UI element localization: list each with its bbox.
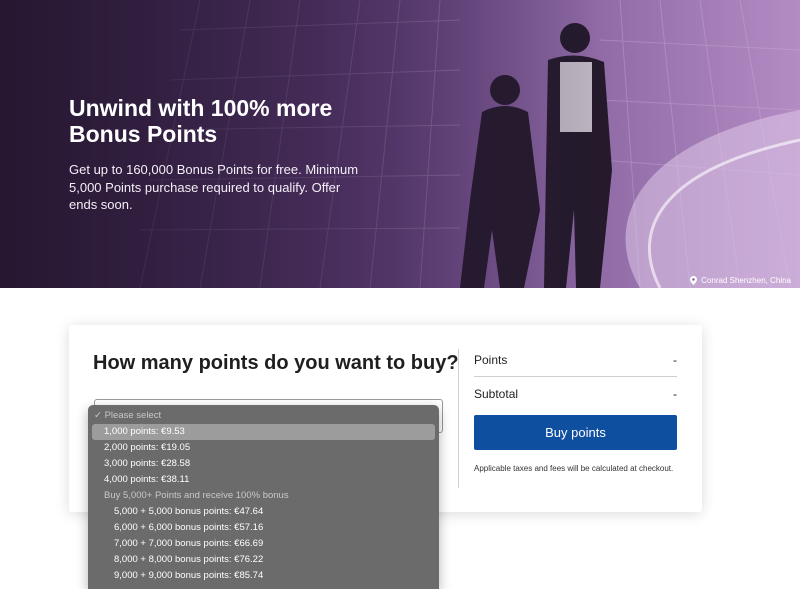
- points-dropdown-menu[interactable]: ✓ Please select 1,000 points: €9.53 2,00…: [88, 405, 439, 589]
- photo-credit: Conrad Shenzhen, China: [690, 276, 791, 285]
- summary-divider: [474, 376, 677, 377]
- points-label: Points: [474, 353, 508, 367]
- photo-credit-text: Conrad Shenzhen, China: [701, 276, 791, 285]
- dropdown-bonus-option[interactable]: 8,000 + 8,000 bonus points: €76.22: [88, 552, 439, 568]
- dropdown-option[interactable]: 4,000 points: €38.11: [88, 472, 439, 488]
- card-divider: [458, 349, 459, 488]
- dropdown-option[interactable]: 1,000 points: €9.53: [92, 424, 435, 440]
- buy-points-button[interactable]: Buy points: [474, 415, 677, 450]
- hero-description: Get up to 160,000 Bonus Points for free.…: [69, 162, 359, 212]
- tax-note: Applicable taxes and fees will be calcul…: [474, 464, 674, 473]
- dropdown-option[interactable]: 2,000 points: €19.05: [88, 440, 439, 456]
- subtotal-value: -: [673, 387, 677, 401]
- dropdown-placeholder-option[interactable]: ✓ Please select: [88, 408, 439, 424]
- dropdown-bonus-option[interactable]: 6,000 + 6,000 bonus points: €57.16: [88, 520, 439, 536]
- hero-banner: Unwind with 100% more Bonus Points Get u…: [0, 0, 800, 288]
- points-summary-row: Points -: [474, 353, 677, 367]
- subtotal-label: Subtotal: [474, 387, 519, 401]
- dropdown-option[interactable]: 3,000 points: €28.58: [88, 456, 439, 472]
- hero-title: Unwind with 100% more Bonus Points: [69, 95, 333, 147]
- subtotal-summary-row: Subtotal -: [474, 387, 677, 401]
- points-question: How many points do you want to buy?: [93, 352, 459, 374]
- dropdown-bonus-option[interactable]: 9,000 + 9,000 bonus points: €85.74: [88, 568, 439, 584]
- dropdown-bonus-option[interactable]: 5,000 + 5,000 bonus points: €47.64: [88, 504, 439, 520]
- dropdown-bonus-option[interactable]: 7,000 + 7,000 bonus points: €66.69: [88, 536, 439, 552]
- dropdown-group-label: Buy 5,000+ Points and receive 100% bonus: [104, 490, 289, 501]
- points-value: -: [673, 353, 677, 367]
- location-pin-icon: [690, 276, 698, 285]
